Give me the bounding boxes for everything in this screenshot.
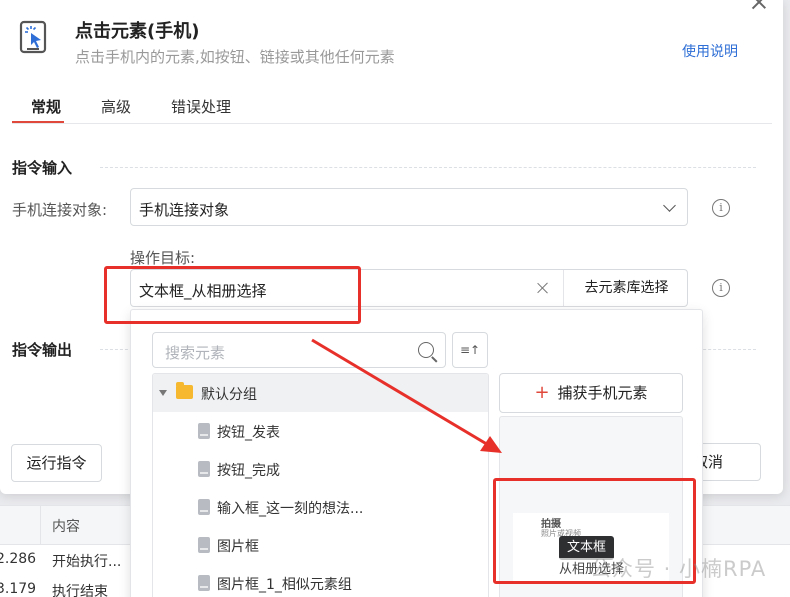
annotation-arrow [311,338,502,453]
watermark-text: 公众号 · 小楠RPA [590,557,767,581]
